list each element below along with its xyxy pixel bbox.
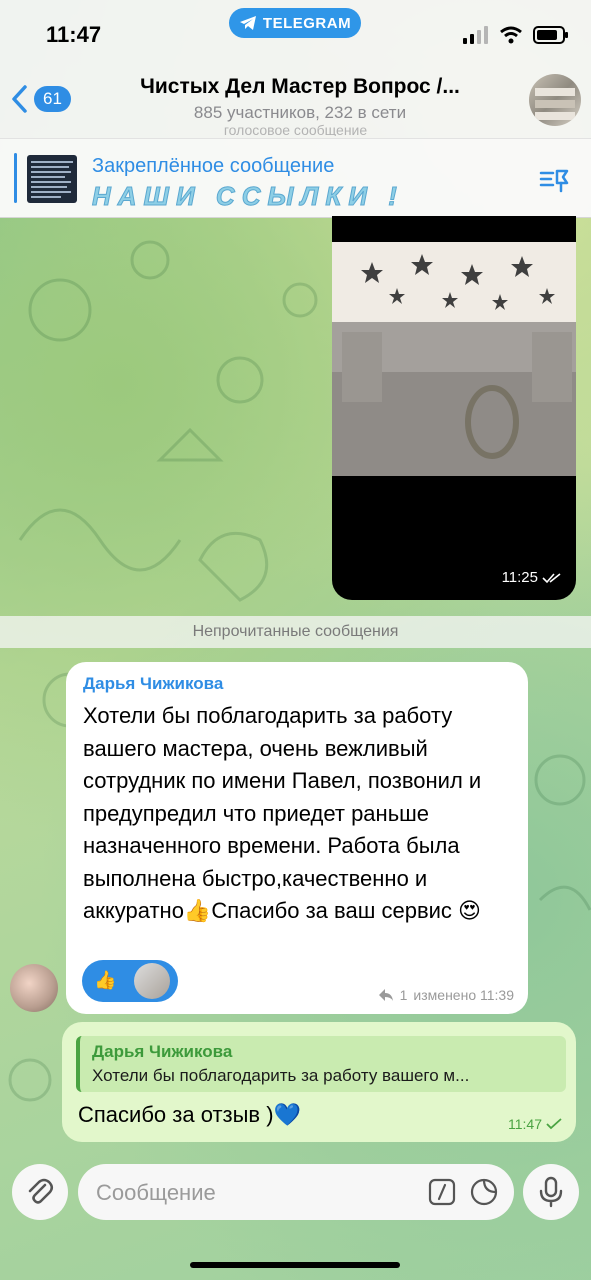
chat-subtitle: 885 участников, 232 в сети <box>193 103 407 122</box>
message-author[interactable]: Дарья Чижикова <box>83 674 223 694</box>
reaction-chip[interactable]: 👍 <box>82 960 178 1002</box>
unread-messages-divider: Непрочитанные сообщения <box>0 616 591 648</box>
reaction-emoji: 👍 <box>94 970 117 990</box>
sender-avatar[interactable] <box>10 964 58 1012</box>
pinned-title: Закреплённое сообщение <box>92 155 335 177</box>
photo-time-text: 11:25 <box>501 569 538 586</box>
double-check-icon <box>542 572 561 583</box>
replies-count: 1 <box>399 987 408 1003</box>
sticker-button[interactable] <box>470 1178 498 1211</box>
microphone-icon <box>539 1176 563 1208</box>
pinned-thumbnail <box>27 155 77 203</box>
status-time: 11:47 <box>46 22 102 47</box>
pinned-text: НАШИ ССЫЛКИ ! <box>92 181 404 212</box>
telegram-plane-icon <box>239 16 256 30</box>
outgoing-time: 11:47 <box>508 1116 542 1132</box>
group-avatar[interactable] <box>529 74 581 126</box>
home-indicator[interactable] <box>190 1262 400 1268</box>
status-icons <box>463 26 569 44</box>
wifi-icon <box>500 26 522 44</box>
group-avatar-image <box>535 88 575 120</box>
paperclip-icon <box>28 1178 53 1204</box>
status-bar: 11:47 TELEGRAM <box>0 0 591 70</box>
voice-record-button[interactable] <box>523 1164 579 1220</box>
back-button[interactable]: 61 <box>10 84 71 114</box>
quoted-reply[interactable]: Дарья Чижикова Хотели бы поблагодарить з… <box>76 1036 566 1092</box>
pinned-indicator <box>14 153 17 203</box>
reply-arrow-icon <box>378 989 393 1001</box>
sticker-icon <box>470 1178 498 1206</box>
photo-message[interactable]: 11:25 <box>332 216 576 600</box>
telegram-pill[interactable]: TELEGRAM <box>229 8 361 38</box>
photo-message-time: 11:25 <box>502 569 562 586</box>
telegram-pill-label: TELEGRAM <box>262 14 352 32</box>
incoming-message[interactable]: Дарья Чижикова Хотели бы поблагодарить з… <box>66 662 528 1014</box>
pinned-thumbnail-image <box>31 161 73 198</box>
outgoing-text: Спасибо за отзыв )💙 <box>78 1102 301 1127</box>
composer-bar <box>0 1152 591 1280</box>
chevron-left-icon <box>12 85 27 113</box>
pinned-list-icon <box>539 169 569 193</box>
signal-icon <box>463 26 488 44</box>
reaction-user-avatar <box>134 963 170 999</box>
edited-time: изменено 11:39 <box>413 987 514 1003</box>
outgoing-meta: 11:47 <box>508 1116 562 1132</box>
attach-button[interactable] <box>12 1164 68 1220</box>
message-field[interactable] <box>78 1164 514 1222</box>
quoted-author: Дарья Чижикова <box>92 1042 233 1061</box>
commands-button[interactable] <box>428 1178 456 1211</box>
previous-message-snippet: голосовое сообщение <box>223 122 368 136</box>
message-meta: 1 изменено 11:39 <box>378 987 514 1003</box>
battery-icon <box>533 26 568 44</box>
command-slash-icon <box>428 1178 456 1206</box>
quoted-text: Хотели бы поблагодарить за работу вашего… <box>92 1066 470 1085</box>
pinned-list-button[interactable] <box>539 165 571 198</box>
outgoing-message[interactable]: Дарья Чижикова Хотели бы поблагодарить з… <box>62 1022 576 1142</box>
unread-count-badge: 61 <box>34 86 71 112</box>
message-text: Хотели бы поблагодарить за работу вашего… <box>83 703 482 923</box>
check-icon <box>546 1118 562 1130</box>
chat-title[interactable]: Чистых Дел Мастер Вопрос /... <box>100 75 500 99</box>
message-input[interactable] <box>94 1164 418 1222</box>
sofa-photo[interactable] <box>332 242 576 476</box>
sofa-photo-image <box>332 242 576 476</box>
pinned-message-bar[interactable]: Закреплённое сообщение НАШИ ССЫЛКИ ! <box>0 138 591 218</box>
